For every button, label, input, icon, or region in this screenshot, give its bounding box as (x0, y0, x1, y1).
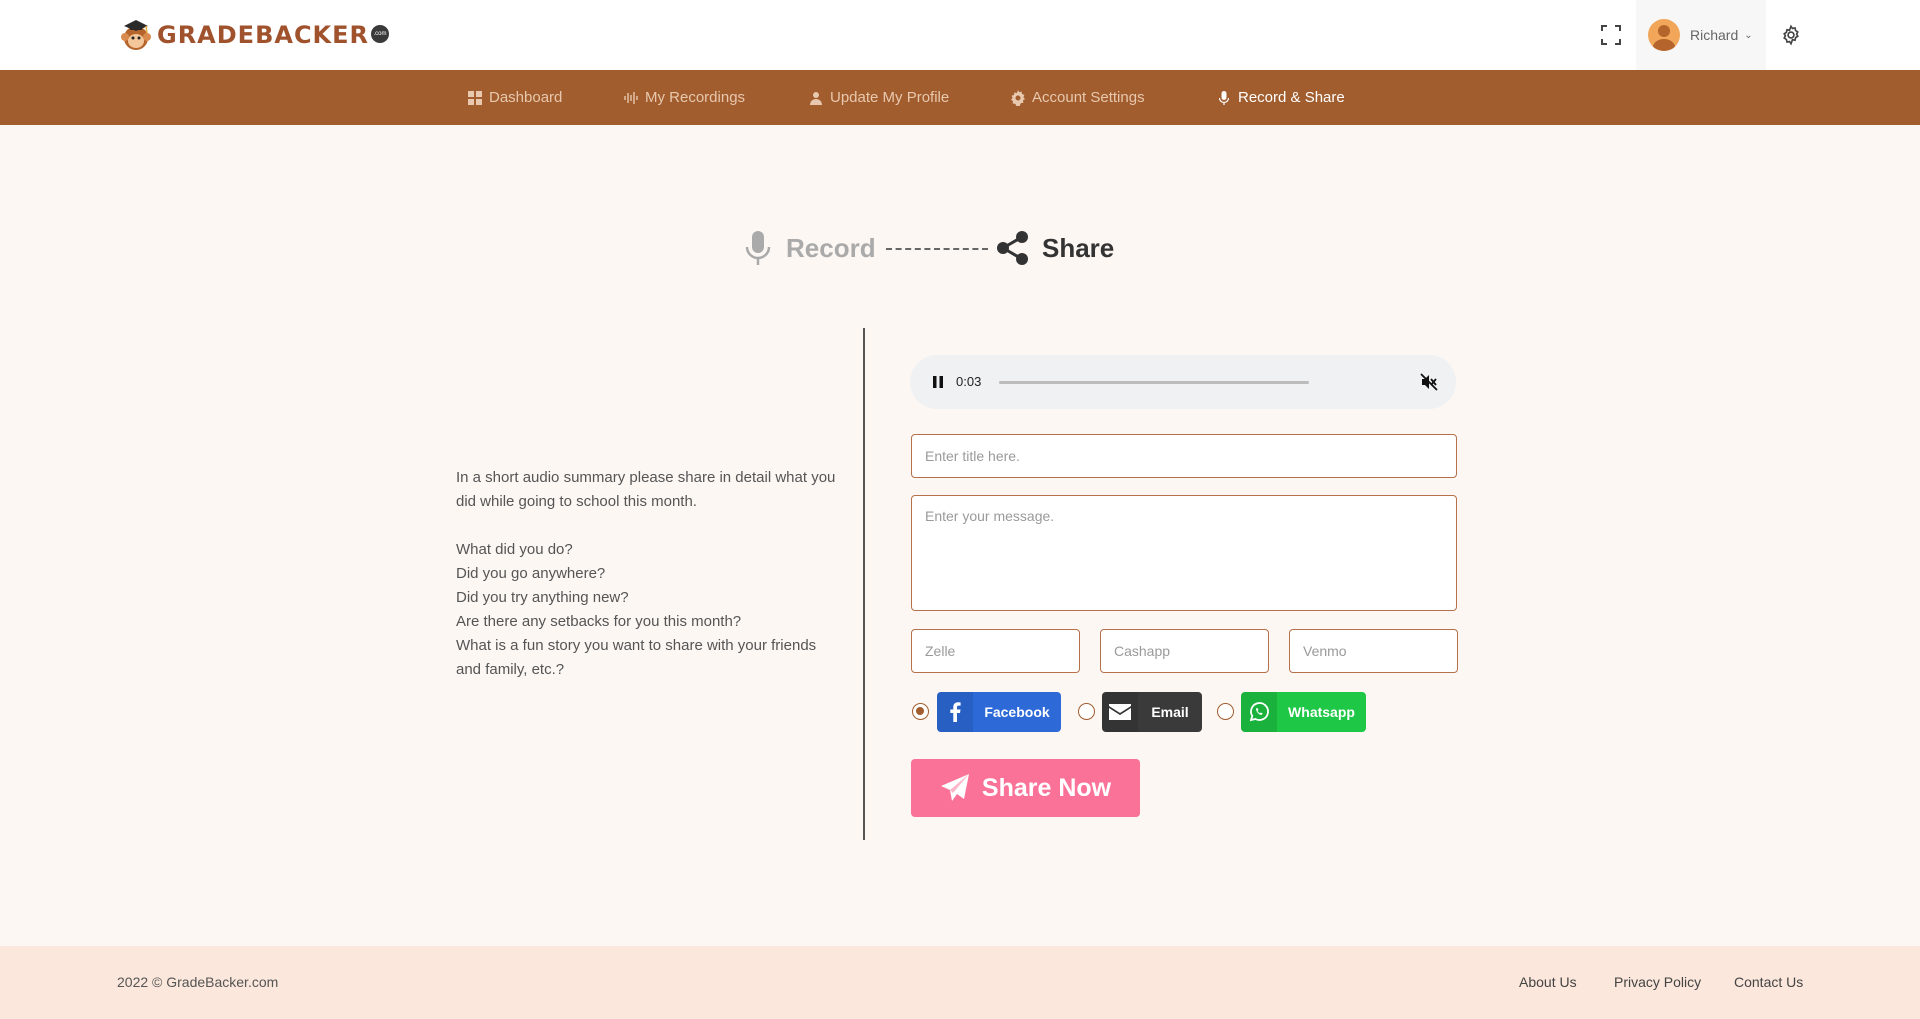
nav-label: Update My Profile (830, 89, 950, 106)
prompt-text: In a short audio summary please share in… (456, 466, 836, 682)
footer: 2022 © GradeBacker.com About Us Privacy … (0, 946, 1920, 1019)
nav-label: Record & Share (1238, 89, 1345, 106)
gear-icon (1011, 89, 1025, 106)
step-share-label: Share (1042, 232, 1115, 263)
paper-plane-icon (940, 774, 969, 801)
envelope-icon (1102, 692, 1138, 732)
audio-progress-track[interactable] (999, 381, 1309, 384)
nav-update-profile[interactable]: Update My Profile (808, 70, 949, 125)
email-radio[interactable] (1078, 703, 1095, 720)
user-menu[interactable]: Richard ⌄ (1636, 0, 1766, 70)
message-textarea[interactable] (911, 495, 1457, 611)
prompt-question: Did you try anything new? (456, 589, 629, 606)
microphone-icon (745, 231, 771, 265)
venmo-input[interactable] (1289, 629, 1458, 673)
facebook-radio[interactable] (912, 703, 929, 720)
vertical-divider (863, 328, 865, 840)
nav-account-settings[interactable]: Account Settings (1010, 70, 1145, 125)
share-icon (997, 231, 1028, 265)
step-record: Record (744, 228, 876, 268)
title-input[interactable] (911, 434, 1457, 478)
user-icon (810, 91, 822, 105)
whatsapp-label: Whatsapp (1288, 704, 1355, 720)
prompt-intro: In a short audio summary please share in… (456, 469, 836, 510)
prompt-question: Are there any setbacks for you this mont… (456, 613, 742, 630)
audio-time: 0:03 (956, 374, 982, 389)
nav-dashboard[interactable]: Dashboard (467, 70, 562, 125)
whatsapp-share-button[interactable]: Whatsapp (1241, 692, 1366, 732)
microphone-icon (1218, 90, 1230, 105)
muted-speaker-icon[interactable] (1420, 373, 1438, 391)
facebook-icon (937, 692, 973, 732)
nav-label: Account Settings (1032, 89, 1145, 106)
avatar (1648, 19, 1680, 51)
footer-privacy-policy-link[interactable]: Privacy Policy (1614, 974, 1701, 990)
facebook-label: Facebook (984, 704, 1050, 720)
pause-icon[interactable] (930, 374, 946, 390)
email-label: Email (1151, 704, 1189, 720)
email-share-button[interactable]: Email (1102, 692, 1202, 732)
main-nav: Dashboard My Recordings Update My Profil… (0, 70, 1920, 125)
zelle-input[interactable] (911, 629, 1080, 673)
footer-contact-us-link[interactable]: Contact Us (1734, 974, 1803, 990)
top-header: GRADEBACKER .com Richard ⌄ (0, 0, 1920, 70)
logo-suffix: .com (371, 25, 390, 43)
nav-my-recordings[interactable]: My Recordings (623, 70, 745, 125)
step-share: Share (996, 228, 1114, 268)
share-now-button[interactable]: Share Now (911, 759, 1140, 817)
logo-text: GRADEBACKER (157, 21, 370, 49)
dashboard-icon (468, 90, 482, 105)
waveform-icon (624, 91, 638, 104)
cashapp-input[interactable] (1100, 629, 1269, 673)
settings-gear-icon[interactable] (1780, 24, 1802, 46)
fullscreen-icon[interactable] (1600, 24, 1622, 46)
prompt-question: What is a fun story you want to share wi… (456, 637, 817, 678)
copyright: 2022 © GradeBacker.com (117, 974, 279, 990)
logo[interactable]: GRADEBACKER .com (117, 16, 390, 54)
nav-label: My Recordings (645, 89, 746, 106)
footer-about-us-link[interactable]: About Us (1519, 974, 1577, 990)
nav-label: Dashboard (489, 89, 563, 106)
prompt-question: What did you do? (456, 541, 573, 558)
nav-record-share[interactable]: Record & Share (1216, 70, 1345, 125)
whatsapp-radio[interactable] (1217, 703, 1234, 720)
whatsapp-icon (1241, 692, 1277, 732)
monkey-mascot-icon (121, 20, 151, 50)
user-name: Richard (1690, 27, 1739, 43)
audio-player[interactable]: 0:03 (910, 355, 1456, 409)
prompt-question: Did you go anywhere? (456, 565, 606, 582)
step-connector (886, 248, 988, 250)
facebook-share-button[interactable]: Facebook (937, 692, 1061, 732)
chevron-down-icon: ⌄ (1744, 29, 1753, 41)
share-now-label: Share Now (981, 773, 1112, 802)
step-record-label: Record (786, 232, 876, 263)
